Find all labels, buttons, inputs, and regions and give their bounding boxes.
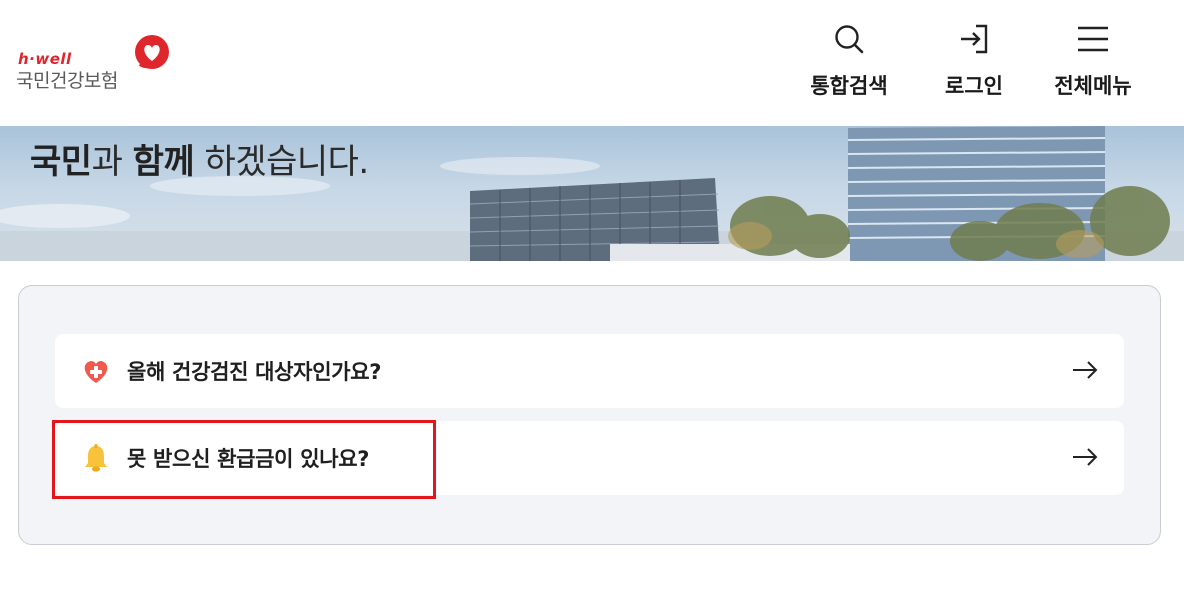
nav-search-label: 통합검색 — [810, 74, 888, 98]
quick-links-card: 올해 건강검진 대상자인가요? 못 받으신 환급금이 있나요? — [18, 285, 1161, 545]
site-logo[interactable]: h·well 국민건강보험 — [16, 34, 176, 94]
banner-slogan-text-2: 하겠습니다. — [194, 142, 370, 182]
unclaimed-refund-label: 못 받으신 환급금이 있나요? — [127, 447, 370, 471]
logo-name: 국민건강보험 — [16, 70, 118, 92]
hero-banner: 국민과 함께 하겠습니다. — [0, 126, 1184, 261]
banner-slogan: 국민과 함께 하겠습니다. — [30, 134, 369, 183]
menu-icon — [1078, 26, 1108, 52]
banner-slogan-bold-1: 국민 — [30, 142, 92, 182]
search-icon — [835, 25, 864, 54]
banner-slogan-bold-2: 함께 — [132, 142, 195, 182]
heart-plus-icon — [84, 360, 108, 383]
heart-logo-icon — [135, 35, 169, 69]
nav-search[interactable]: 통합검색 — [800, 22, 898, 106]
nav-all-menu[interactable]: 전체메뉴 — [1043, 22, 1143, 106]
banner-slogan-text-1: 과 — [91, 142, 133, 182]
nav-login[interactable]: 로그인 — [930, 22, 1018, 106]
unclaimed-refund-link[interactable]: 못 받으신 환급금이 있나요? — [55, 421, 1124, 495]
bell-icon — [85, 444, 107, 472]
nav-login-label: 로그인 — [945, 74, 1003, 98]
nav-all-menu-label: 전체메뉴 — [1054, 74, 1132, 98]
checkup-eligibility-label: 올해 건강검진 대상자인가요? — [127, 360, 382, 384]
arrow-right-icon — [1073, 361, 1098, 379]
site-header: h·well 국민건강보험 통합검색 로그인 전체메뉴 — [0, 0, 1184, 126]
arrow-right-icon — [1073, 448, 1098, 466]
login-icon — [961, 24, 988, 54]
checkup-eligibility-link[interactable]: 올해 건강검진 대상자인가요? — [55, 334, 1124, 408]
